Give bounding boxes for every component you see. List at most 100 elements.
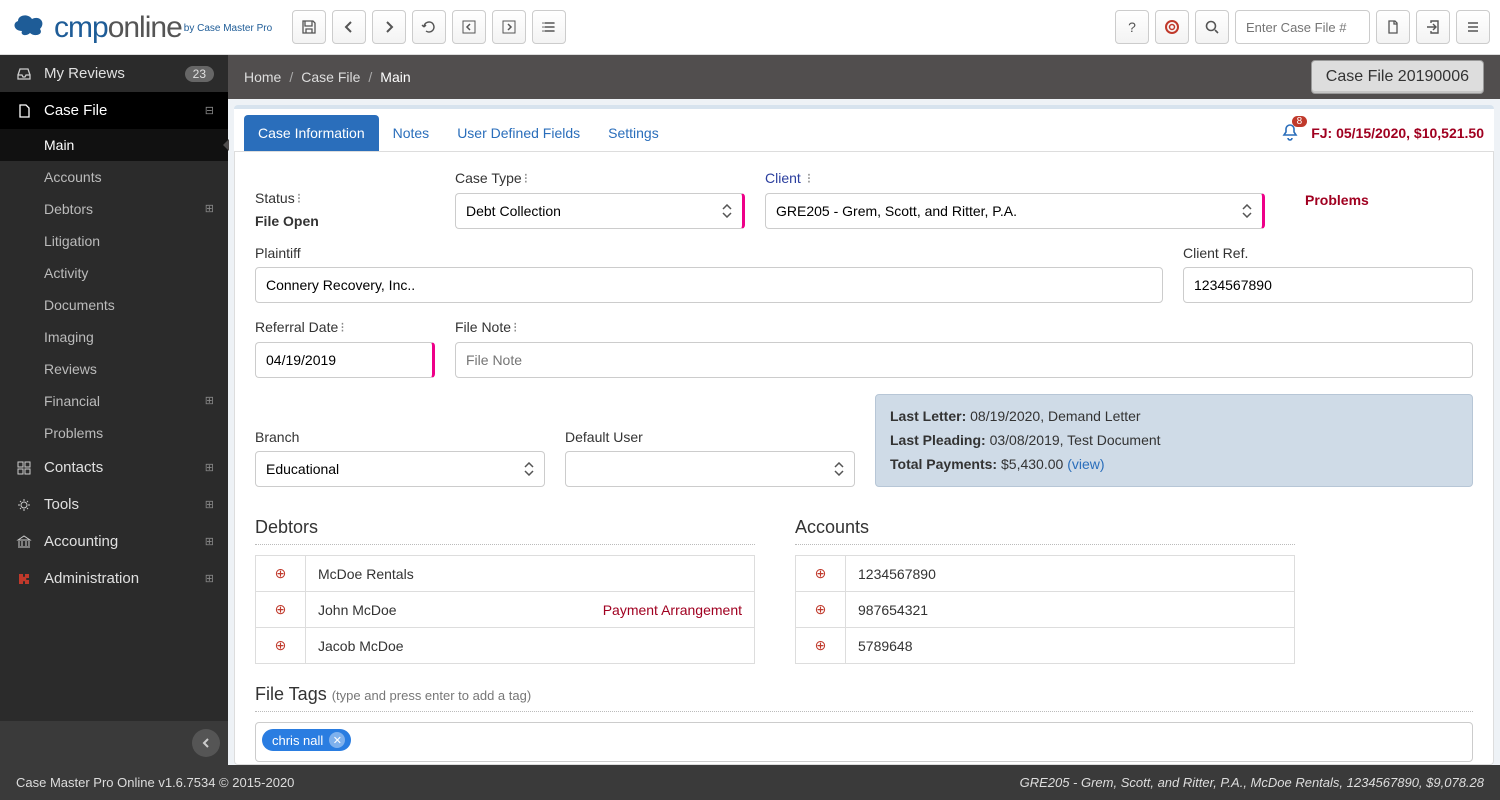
- client-ref-label: Client Ref.: [1183, 245, 1473, 261]
- lifesaver-button[interactable]: [1155, 10, 1189, 44]
- case-type-select[interactable]: Debt Collection: [455, 193, 745, 229]
- sidebar-item-contacts[interactable]: Contacts⊞: [0, 449, 228, 486]
- sidebar-sub-debtors[interactable]: Debtors⊞: [0, 193, 228, 225]
- toolbar-right: ?: [1115, 10, 1490, 44]
- table-row[interactable]: ⊕McDoe Rentals: [256, 556, 755, 592]
- sidebar-sub-reviews[interactable]: Reviews: [0, 353, 228, 385]
- puzzle-icon: [14, 571, 34, 587]
- referral-date-label: Referral Date⁝: [255, 319, 435, 336]
- search-button[interactable]: [1195, 10, 1229, 44]
- expand-icon: ⊞: [205, 535, 214, 548]
- panel-right-button[interactable]: [492, 10, 526, 44]
- sidebar-sub-activity[interactable]: Activity: [0, 257, 228, 289]
- expand-icon: ⊞: [205, 202, 214, 215]
- notification-count: 8: [1292, 116, 1308, 127]
- tab-user-defined-fields[interactable]: User Defined Fields: [443, 115, 594, 151]
- document-button[interactable]: [1376, 10, 1410, 44]
- fj-summary: FJ: 05/15/2020, $10,521.50: [1311, 125, 1484, 141]
- sidebar-item-accounting[interactable]: Accounting⊞: [0, 523, 228, 560]
- breadcrumb: Home / Case File / Main Case File 201900…: [228, 55, 1500, 99]
- file-tags-input[interactable]: chris nall ✕: [255, 722, 1473, 762]
- view-payments-link[interactable]: (view): [1067, 456, 1104, 472]
- sidebar: My Reviews 23 Case File ⊟ Main Accounts …: [0, 55, 228, 765]
- breadcrumb-casefile[interactable]: Case File: [301, 69, 360, 85]
- accounts-table: ⊕1234567890 ⊕987654321 ⊕5789648: [795, 555, 1295, 664]
- debtors-table: ⊕McDoe Rentals ⊕John McDoePayment Arrang…: [255, 555, 755, 664]
- add-icon[interactable]: ⊕: [256, 592, 306, 628]
- client-label[interactable]: Client ⁝: [765, 170, 1265, 187]
- tabs: Case Information Notes User Defined Fiel…: [234, 105, 1494, 152]
- add-icon[interactable]: ⊕: [256, 556, 306, 592]
- sidebar-sub-financial[interactable]: Financial⊞: [0, 385, 228, 417]
- accounts-title: Accounts: [795, 517, 1295, 538]
- table-row[interactable]: ⊕Jacob McDoe: [256, 628, 755, 664]
- app-logo: cmponline by Case Master Pro: [10, 9, 272, 45]
- add-icon[interactable]: ⊕: [256, 628, 306, 664]
- file-tags-title: File Tags (type and press enter to add a…: [255, 684, 1473, 705]
- add-icon[interactable]: ⊕: [796, 556, 846, 592]
- logout-button[interactable]: [1416, 10, 1450, 44]
- sidebar-item-administration[interactable]: Administration⊞: [0, 560, 228, 597]
- tab-notes[interactable]: Notes: [379, 115, 444, 151]
- referral-date-input[interactable]: [255, 342, 435, 378]
- expand-icon: ⊞: [205, 394, 214, 407]
- panel-left-button[interactable]: [452, 10, 486, 44]
- expand-icon: ⊞: [205, 498, 214, 511]
- default-user-label: Default User: [565, 429, 855, 445]
- sidebar-sub-problems[interactable]: Problems: [0, 417, 228, 449]
- table-row[interactable]: ⊕987654321: [796, 592, 1295, 628]
- table-row[interactable]: ⊕John McDoePayment Arrangement: [256, 592, 755, 628]
- file-note-input[interactable]: [455, 342, 1473, 378]
- back-button[interactable]: [332, 10, 366, 44]
- logo-text: cmponline: [54, 11, 182, 45]
- debtors-title: Debtors: [255, 517, 755, 538]
- case-search-input[interactable]: [1235, 10, 1370, 44]
- logo-subtitle: by Case Master Pro: [184, 23, 272, 34]
- gear-icon: [14, 497, 34, 513]
- form-panel: Status⁝ File Open Case Type⁝ Debt Collec…: [234, 152, 1494, 765]
- client-ref-input[interactable]: [1183, 267, 1473, 303]
- table-row[interactable]: ⊕5789648: [796, 628, 1295, 664]
- content-area: Home / Case File / Main Case File 201900…: [228, 55, 1500, 765]
- sidebar-item-case-file[interactable]: Case File ⊟: [0, 92, 228, 129]
- sidebar-sub-main[interactable]: Main: [0, 129, 228, 161]
- grid-icon: [14, 460, 34, 476]
- help-button[interactable]: ?: [1115, 10, 1149, 44]
- status-value: File Open: [255, 213, 435, 229]
- client-select[interactable]: GRE205 - Grem, Scott, and Ritter, P.A.: [765, 193, 1265, 229]
- table-row[interactable]: ⊕1234567890: [796, 556, 1295, 592]
- save-button[interactable]: [292, 10, 326, 44]
- breadcrumb-home[interactable]: Home: [244, 69, 281, 85]
- branch-select[interactable]: Educational: [255, 451, 545, 487]
- toolbar-left: [292, 10, 566, 44]
- summary-info-box: Last Letter: 08/19/2020, Demand Letter L…: [875, 394, 1473, 487]
- expand-icon: ⊞: [205, 461, 214, 474]
- default-user-select[interactable]: [565, 451, 855, 487]
- tab-settings[interactable]: Settings: [594, 115, 673, 151]
- plaintiff-label: Plaintiff: [255, 245, 1163, 261]
- refresh-button[interactable]: [412, 10, 446, 44]
- sidebar-item-my-reviews[interactable]: My Reviews 23: [0, 55, 228, 92]
- add-icon[interactable]: ⊕: [796, 628, 846, 664]
- collapse-icon: ⊟: [205, 104, 214, 117]
- sidebar-sub-imaging[interactable]: Imaging: [0, 321, 228, 353]
- footer-version: Case Master Pro Online v1.6.7534 © 2015-…: [16, 775, 294, 790]
- sidebar-sub-documents[interactable]: Documents: [0, 289, 228, 321]
- list-button[interactable]: [532, 10, 566, 44]
- sidebar-item-tools[interactable]: Tools⊞: [0, 486, 228, 523]
- notifications-bell[interactable]: 8: [1279, 122, 1301, 144]
- sidebar-label: My Reviews: [44, 65, 125, 82]
- collapse-sidebar-button[interactable]: [192, 729, 220, 757]
- remove-tag-icon[interactable]: ✕: [329, 732, 345, 748]
- plaintiff-input[interactable]: [255, 267, 1163, 303]
- sidebar-sub-accounts[interactable]: Accounts: [0, 161, 228, 193]
- menu-button[interactable]: [1456, 10, 1490, 44]
- cloud-icon: [10, 9, 50, 37]
- sidebar-sub-litigation[interactable]: Litigation: [0, 225, 228, 257]
- tab-case-information[interactable]: Case Information: [244, 115, 379, 151]
- problems-link[interactable]: Problems: [1305, 192, 1369, 208]
- forward-button[interactable]: [372, 10, 406, 44]
- breadcrumb-current: Main: [380, 69, 410, 85]
- case-file-badge[interactable]: Case File 20190006: [1311, 60, 1484, 94]
- add-icon[interactable]: ⊕: [796, 592, 846, 628]
